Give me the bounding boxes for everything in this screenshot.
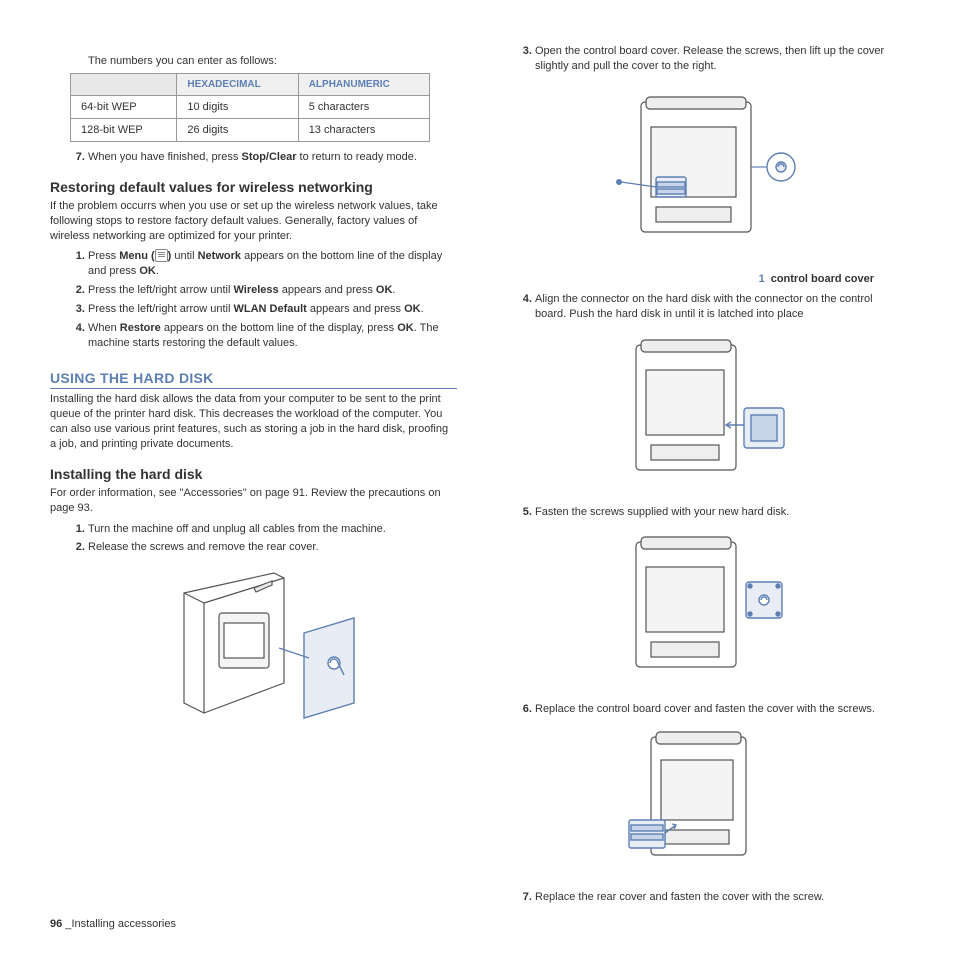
list-item: Press the left/right arrow until Wireles… (88, 283, 457, 298)
restore-steps: Press Menu () until Network appears on t… (50, 249, 457, 350)
list-item: Align the connector on the hard disk wit… (535, 292, 904, 322)
restore-body: If the problem occurrs when you use or s… (50, 199, 457, 244)
step6-list: Replace the control board cover and fast… (497, 702, 904, 717)
th-blank (71, 74, 177, 96)
list-item: Press the left/right arrow until WLAN De… (88, 302, 457, 317)
callout: 1 control board cover (497, 273, 904, 286)
install-heading: Installing the hard disk (50, 466, 457, 482)
step7-list: When you have finished, press Stop/Clear… (50, 150, 457, 165)
callout-number: 1 (759, 273, 765, 286)
list-item: Release the screws and remove the rear c… (88, 540, 457, 555)
step7-list-right: Replace the rear cover and fasten the co… (497, 890, 904, 905)
restore-heading: Restoring default values for wireless ne… (50, 179, 457, 195)
printer-diagram-icon (596, 527, 806, 687)
list-item: Open the control board cover. Release th… (535, 44, 904, 74)
table-header-row: Hexadecimal Alphanumeric (71, 74, 430, 96)
footer-title: Installing accessories (71, 918, 176, 930)
printer-diagram-icon (571, 82, 831, 262)
table-row: 64-bit WEP 10 digits 5 characters (71, 96, 430, 119)
step5-list: Fasten the screws supplied with your new… (497, 505, 904, 520)
step3-list: Open the control board cover. Release th… (497, 44, 904, 74)
list-item: Turn the machine off and unplug all cabl… (88, 522, 457, 537)
figure-replace-cover (497, 725, 904, 878)
right-column: Open the control board cover. Release th… (497, 40, 904, 909)
install-body: For order information, see "Accessories"… (50, 486, 457, 516)
list-item: Fasten the screws supplied with your new… (535, 505, 904, 520)
table-row: 128-bit WEP 26 digits 13 characters (71, 119, 430, 142)
figure-fasten-screws (497, 527, 904, 690)
manual-page: The numbers you can enter as follows: He… (0, 0, 954, 954)
list-item: Replace the control board cover and fast… (535, 702, 904, 717)
page-number: 96 (50, 918, 62, 930)
figure-align-connector (497, 330, 904, 493)
install-steps: Turn the machine off and unplug all cabl… (50, 522, 457, 556)
wep-table: Hexadecimal Alphanumeric 64-bit WEP 10 d… (70, 73, 430, 142)
figure-rear-cover (50, 563, 457, 756)
printer-diagram-icon (124, 563, 384, 753)
list-item: When you have finished, press Stop/Clear… (88, 150, 457, 165)
list-item: Replace the rear cover and fasten the co… (535, 890, 904, 905)
hard-disk-heading: Using the hard disk (50, 370, 457, 389)
th-alpha: Alphanumeric (298, 74, 429, 96)
hard-disk-body: Installing the hard disk allows the data… (50, 392, 457, 451)
menu-icon (155, 249, 168, 262)
wep-intro: The numbers you can enter as follows: (88, 55, 457, 67)
left-column: The numbers you can enter as follows: He… (50, 40, 457, 909)
th-hex: Hexadecimal (177, 74, 298, 96)
printer-diagram-icon (596, 330, 806, 490)
figure-control-board (497, 82, 904, 265)
list-item: When Restore appears on the bottom line … (88, 321, 457, 351)
printer-diagram-icon (601, 725, 801, 875)
step4-list: Align the connector on the hard disk wit… (497, 292, 904, 322)
callout-text: control board cover (771, 273, 874, 286)
page-footer: 96 _Installing accessories (50, 918, 176, 930)
list-item: Press Menu () until Network appears on t… (88, 249, 457, 279)
